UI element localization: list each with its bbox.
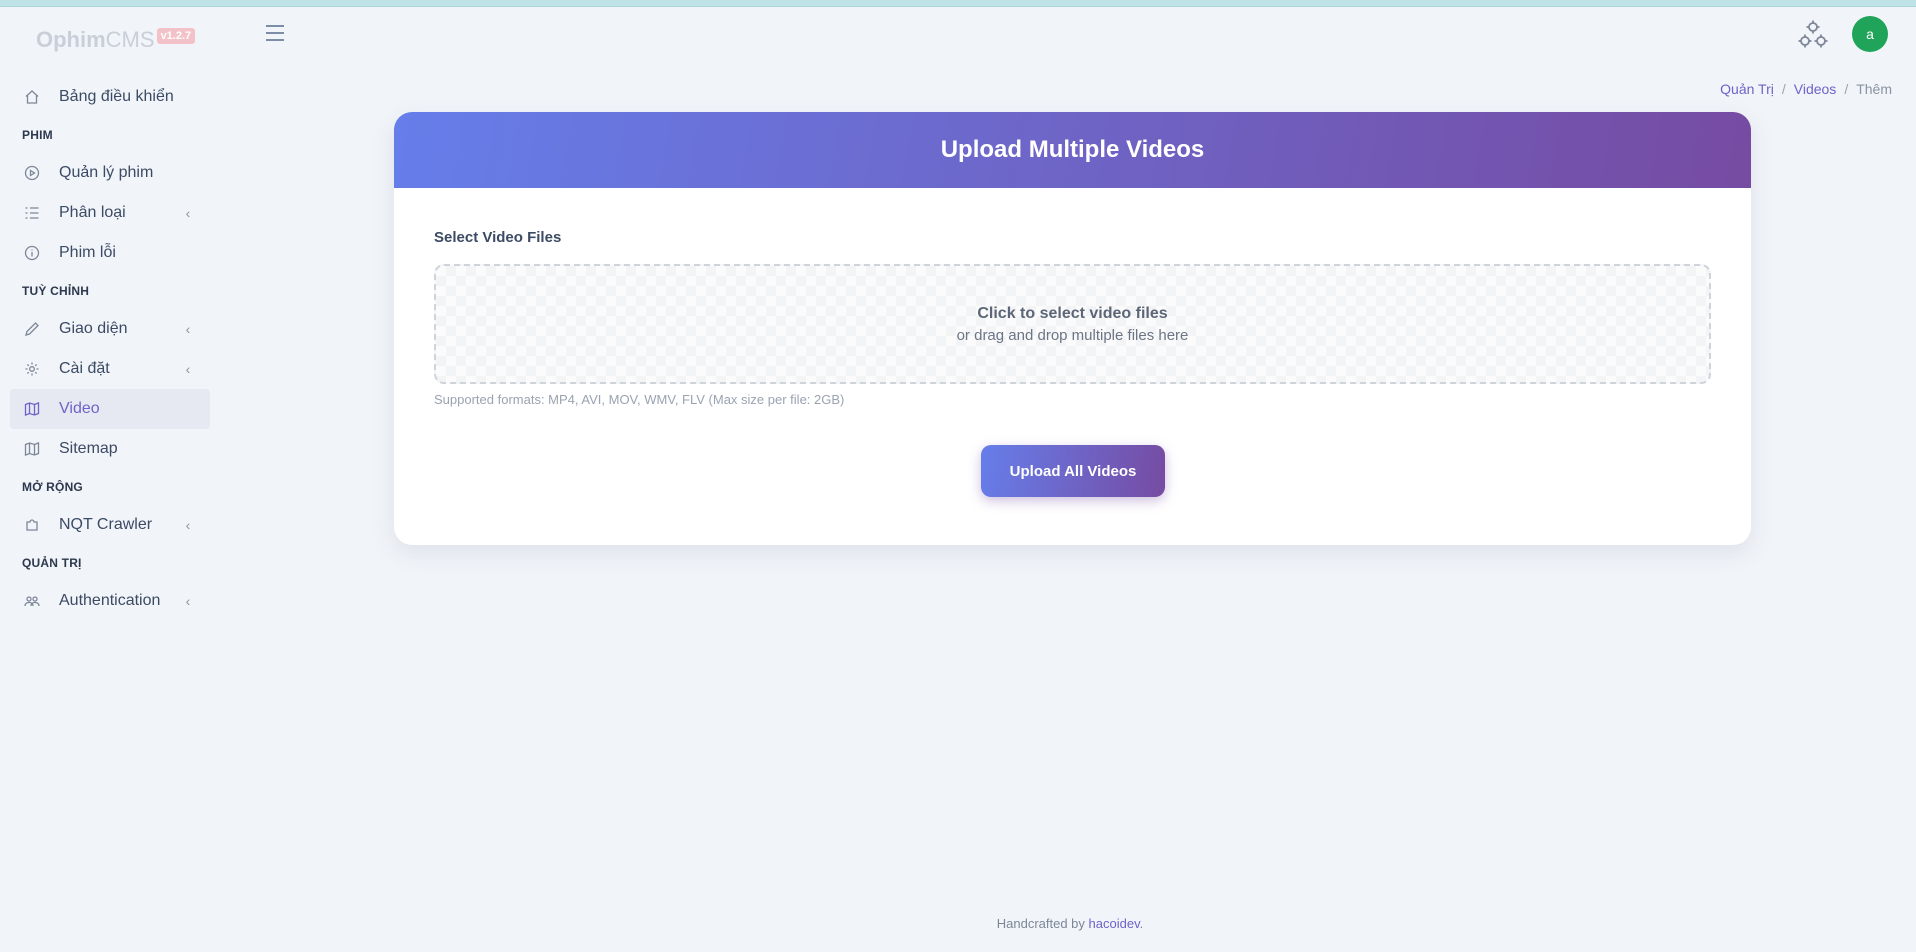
sidebar-item-settings[interactable]: Cài đặt ‹ [10,349,210,389]
footer-author-link[interactable]: hacoidev [1089,916,1140,931]
nav-section-title: QUẢN TRỊ [22,556,82,570]
sidebar-item-label: Sitemap [59,440,118,457]
footer: Handcrafted by hacoidev. [0,916,1916,931]
sidebar-item-sitemap[interactable]: Sitemap [10,429,210,469]
sidebar-item-movie-management[interactable]: Quản lý phim [10,153,210,193]
footer-prefix: Handcrafted by [996,916,1089,931]
pencil-icon [24,321,40,337]
sidebar-item-label: Cài đặt [59,360,110,377]
sidebar-nav: Bảng điều khiển PHIM Quản lý phim Phân l… [10,77,210,621]
breadcrumb-separator: / [1781,81,1786,97]
upload-card: Upload Multiple Videos Select Video File… [394,112,1751,545]
card-header: Upload Multiple Videos [394,112,1751,188]
chevron-left-icon: ‹ [185,593,191,609]
info-icon [24,245,40,261]
avatar[interactable]: a [1852,16,1888,52]
chevron-left-icon: ‹ [185,321,191,337]
list-icon [24,205,40,221]
brand-logo[interactable]: Ophim CMS v1.2.7 [36,20,196,60]
play-circle-icon [24,165,40,181]
map-icon [24,441,40,457]
version-badge: v1.2.7 [156,28,196,44]
dropzone-main-text: Click to select video files [977,304,1168,322]
supported-formats-note: Supported formats: MP4, AVI, MOV, WMV, F… [434,392,845,407]
sidebar-item-appearance[interactable]: Giao diện ‹ [10,309,210,349]
hamburger-menu-icon[interactable] [263,23,287,43]
sidebar-item-label: Phân loại [59,204,126,221]
footer-suffix: . [1139,916,1144,931]
sidebar-item-video[interactable]: Video [10,389,210,429]
chevron-left-icon: ‹ [185,361,191,377]
select-files-label: Select Video Files [434,229,562,246]
sidebar-item-label: NQT Crawler [59,516,153,533]
breadcrumb-separator: / [1844,81,1849,97]
upload-all-button[interactable]: Upload All Videos [981,445,1165,497]
breadcrumb-admin[interactable]: Quản Trị [1720,81,1774,97]
sidebar-item-label: Quản lý phim [59,164,154,181]
brand-name-bold: Ophim [36,27,106,52]
sidebar-item-label: Authentication [59,592,161,609]
breadcrumb-videos[interactable]: Videos [1794,81,1837,97]
page-title: Upload Multiple Videos [940,136,1205,163]
users-icon [24,593,40,609]
puzzle-icon [24,517,40,533]
sidebar-item-label: Video [59,400,100,417]
sidebar-item-error-movies[interactable]: Phim lỗi [10,233,210,273]
sidebar-item-label: Giao diện [59,320,128,337]
nav-section-title: MỞ RỘNG [22,480,83,494]
sidebar-item-nqt-crawler[interactable]: NQT Crawler ‹ [10,505,210,545]
top-accent-bar [0,0,1916,7]
sidebar: Ophim CMS v1.2.7 Bảng điều khiển PHIM Quả… [0,7,212,952]
breadcrumb-current: Thêm [1856,81,1892,97]
settings-gears-icon[interactable] [1796,18,1830,52]
gear-icon [24,361,40,377]
brand-name-light: CMS [105,27,155,52]
sidebar-item-label: Phim lỗi [59,244,116,261]
sidebar-item-categories[interactable]: Phân loại ‹ [10,193,210,233]
chevron-left-icon: ‹ [185,205,191,221]
sidebar-item-dashboard[interactable]: Bảng điều khiển [10,77,210,117]
chevron-left-icon: ‹ [185,517,191,533]
sidebar-item-label: Bảng điều khiển [59,88,174,105]
map-icon [24,401,40,417]
sidebar-item-authentication[interactable]: Authentication ‹ [10,581,210,621]
dropzone-sub-text: or drag and drop multiple files here [956,326,1189,344]
home-icon [24,89,40,105]
nav-section-title: PHIM [22,128,53,142]
file-dropzone[interactable]: Click to select video files or drag and … [434,264,1711,384]
nav-section-title: TUỲ CHỈNH [22,284,90,298]
breadcrumb: Quản Trị / Videos / Thêm [1720,81,1892,97]
